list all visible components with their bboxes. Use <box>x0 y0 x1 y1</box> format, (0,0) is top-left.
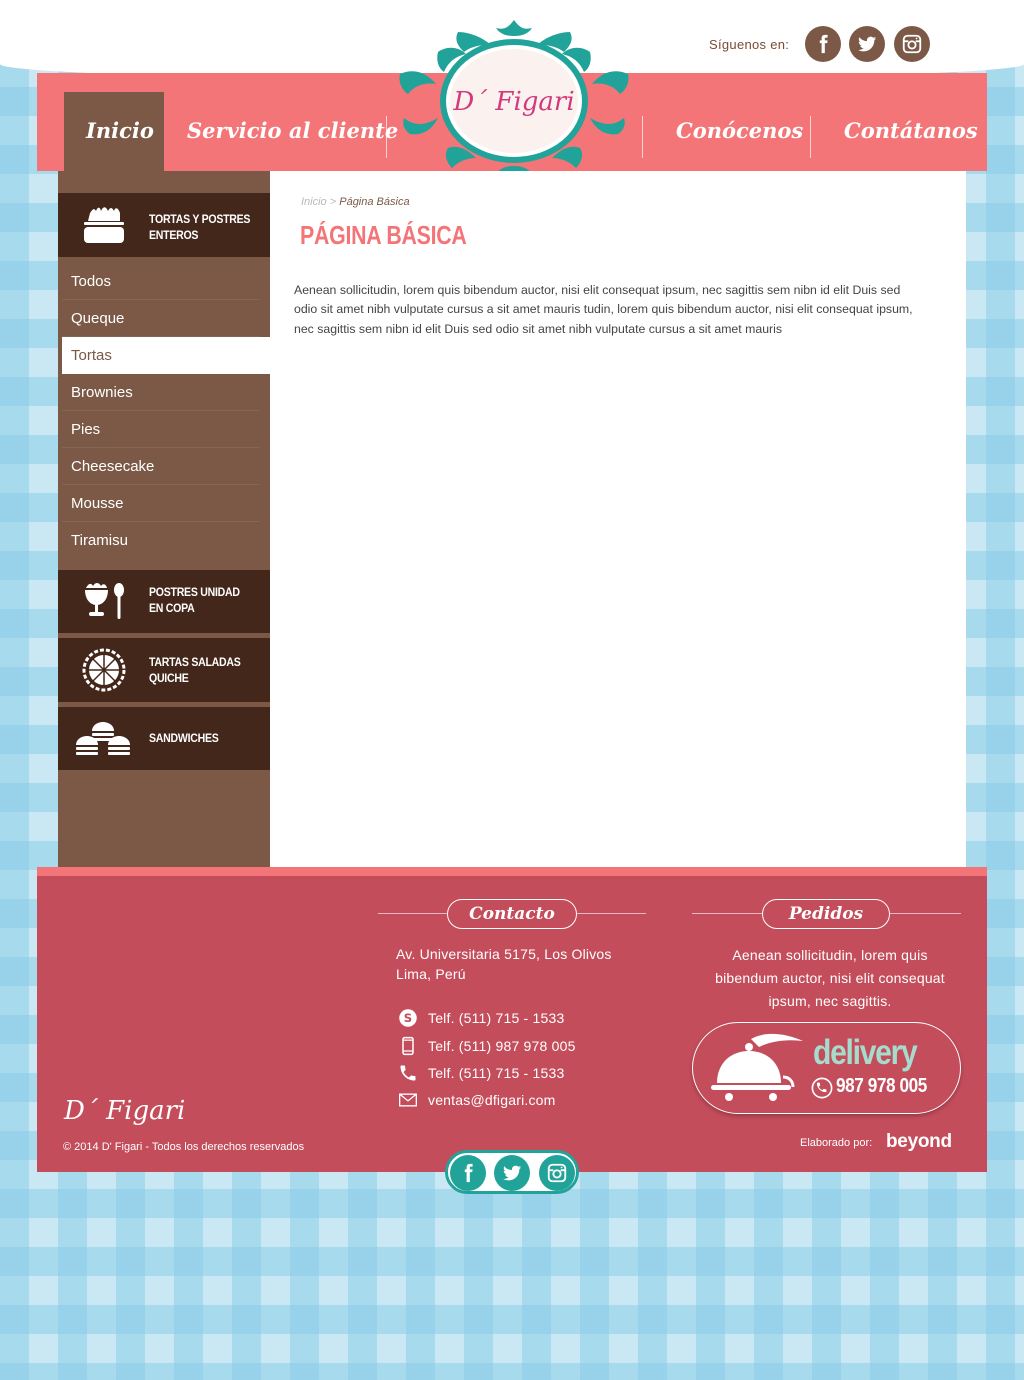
delivery-label: delivery <box>813 1033 918 1072</box>
subcategory-item-todos[interactable]: Todos <box>62 263 260 300</box>
contact-skype: S Telf. (511) 715 - 1533 <box>398 1008 564 1028</box>
site-logo[interactable]: D´ Figari <box>398 18 630 184</box>
subcategory-item-cheesecake[interactable]: Cheesecake <box>62 448 260 485</box>
contact-text: ventas@dfigari.com <box>428 1092 556 1108</box>
category-sandwiches[interactable]: Sandwiches <box>58 707 270 770</box>
address-line-2: Lima, Perú <box>396 965 466 982</box>
breadcrumb: Inicio > Página Básica <box>301 196 410 208</box>
breadcrumb-current: Página Básica <box>339 196 410 208</box>
subcategory-item-brownies[interactable]: Brownies <box>62 374 260 411</box>
mobile-phone-icon <box>398 1036 418 1056</box>
category-postres-unidad-en-copa[interactable]: Postres unidad en copa <box>58 570 270 633</box>
subcategory-item-tiramisu[interactable]: Tiramisu <box>62 522 260 559</box>
address-line-1: Av. Universitaria 5175, Los Olivos <box>396 946 612 962</box>
subcategory-item-mousse[interactable]: Mousse <box>62 485 260 522</box>
pedidos-text: Aenean sollicitudin, lorem quis bibendum… <box>715 947 945 1009</box>
subcategory-item-tortas[interactable]: Tortas <box>62 337 270 374</box>
nav-item-conocenos[interactable]: Conócenos <box>676 118 803 143</box>
subcategory-item-queque[interactable]: Queque <box>62 300 260 337</box>
contact-text: Telf. (511) 715 - 1533 <box>428 1065 565 1081</box>
email-icon <box>398 1090 418 1110</box>
pie-icon <box>82 648 126 692</box>
page: Síguenos en: Inicio Servicio al cliente … <box>0 0 1024 1380</box>
subcategory-list: Todos Queque Tortas Brownies Pies Cheese… <box>62 263 270 559</box>
footer-logo: D´ Figari <box>64 1096 186 1126</box>
twitter-icon[interactable] <box>494 1155 530 1191</box>
twitter-icon[interactable] <box>849 26 885 62</box>
nav-separator <box>386 116 387 158</box>
copyright: © 2014 D' Figari - Todos los derechos re… <box>63 1141 305 1153</box>
instagram-icon[interactable] <box>539 1155 575 1191</box>
category-label: Sandwiches <box>149 731 219 745</box>
breadcrumb-separator: > <box>326 196 340 208</box>
instagram-icon[interactable] <box>894 26 930 62</box>
made-by-brand[interactable]: beyond <box>886 1131 952 1153</box>
phone-icon <box>811 1077 833 1099</box>
nav-separator <box>810 116 811 158</box>
contact-text: Telf. (511) 987 978 005 <box>428 1038 576 1054</box>
delivery-button[interactable]: delivery 987 978 005 <box>692 1022 961 1114</box>
phone-icon <box>398 1063 418 1083</box>
nav-separator <box>642 116 643 158</box>
pedidos-title: Pedidos <box>762 899 890 929</box>
cup-dessert-icon <box>85 583 124 619</box>
footer-social-bar <box>445 1150 579 1194</box>
facebook-icon[interactable] <box>450 1155 486 1191</box>
serving-cloche-icon <box>711 1033 803 1101</box>
contact-mobile: Telf. (511) 987 978 005 <box>398 1036 576 1056</box>
cake-icon <box>84 207 124 243</box>
category-tartas-saladas-quiche[interactable]: Tartas saladas quiche <box>58 638 270 702</box>
footer-address: Av. Universitaria 5175, Los Olivos Lima,… <box>396 945 612 984</box>
contact-text: Telf. (511) 715 - 1533 <box>428 1010 565 1026</box>
svg-text:S: S <box>404 1011 413 1025</box>
contact-email[interactable]: ventas@dfigari.com <box>398 1090 556 1110</box>
category-tortas-y-postres-enteros[interactable]: Tortas y postres enteros <box>58 193 270 257</box>
subcategory-item-pies[interactable]: Pies <box>62 411 260 448</box>
contact-phone: Telf. (511) 715 - 1533 <box>398 1063 564 1083</box>
svg-text:D´ Figari: D´ Figari <box>452 87 574 117</box>
sandwich-icon <box>76 722 130 755</box>
nav-item-servicio-al-cliente[interactable]: Servicio al cliente <box>187 118 398 143</box>
category-label: Tartas saladas quiche <box>149 655 241 685</box>
nav-item-inicio[interactable]: Inicio <box>86 118 154 143</box>
page-body-text: Aenean sollicitudin, lorem quis bibendum… <box>294 283 913 336</box>
facebook-icon[interactable] <box>805 26 841 62</box>
skype-icon: S <box>398 1008 418 1028</box>
delivery-phone: 987 978 005 <box>836 1075 927 1097</box>
breadcrumb-home[interactable]: Inicio <box>301 196 327 208</box>
category-label: Postres unidad en copa <box>149 585 240 615</box>
follow-label: Síguenos en: <box>709 37 790 52</box>
made-by-label: Elaborado por: <box>800 1137 873 1149</box>
nav-item-contatanos[interactable]: Contátanos <box>844 118 978 143</box>
contact-title: Contacto <box>447 899 577 929</box>
category-label: Tortas y postres enteros <box>149 212 251 242</box>
page-title: PÁGINA BÁSICA <box>300 220 467 250</box>
